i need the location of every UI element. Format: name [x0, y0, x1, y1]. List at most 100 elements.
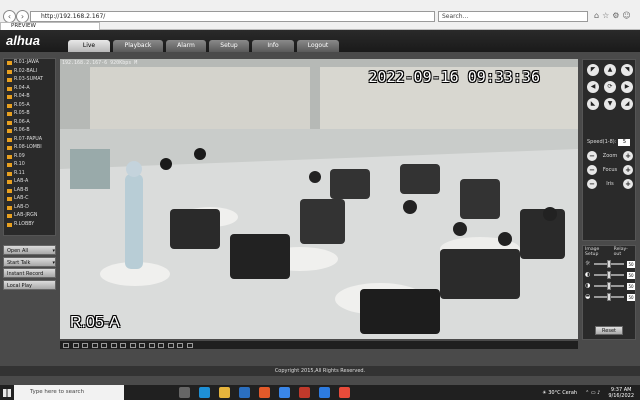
speed-select[interactable]: 5 — [618, 139, 631, 146]
audio-icon[interactable] — [148, 342, 155, 348]
slider-knob[interactable] — [607, 271, 611, 279]
hue-slider[interactable]: ◒ 50 — [585, 293, 635, 301]
contrast-slider[interactable]: ◐ 50 — [585, 271, 635, 279]
channel-item[interactable]: LAB-B — [4, 187, 55, 196]
menu-tab-playback[interactable]: Playback — [113, 40, 163, 52]
tab-image-setup[interactable]: Image Setup — [585, 247, 614, 257]
channel-item[interactable]: R.05-B — [4, 110, 55, 119]
ptz-right-button[interactable]: ▶ — [621, 81, 633, 93]
outlook-icon[interactable] — [319, 387, 330, 398]
start-talk-button[interactable]: Start Talk ▾ — [3, 256, 56, 267]
focus-minus-button[interactable]: − — [587, 165, 597, 175]
brightness-slider[interactable]: ☼ 50 — [585, 260, 635, 268]
channel-item[interactable]: R.06-B — [4, 127, 55, 136]
camera-icon — [7, 188, 12, 193]
weather-text[interactable]: 30°C Cerah — [548, 390, 577, 396]
channel-item[interactable]: R.02-BALI — [4, 68, 55, 77]
iris-plus-button[interactable]: + — [623, 179, 633, 189]
ptz-down-button[interactable]: ▼ — [604, 98, 616, 110]
channel-item[interactable]: R.05-A — [4, 102, 55, 111]
browser-search-input[interactable]: Search... — [438, 11, 588, 22]
firefox-icon[interactable] — [259, 387, 270, 398]
local-play-button[interactable]: Local Play — [3, 279, 56, 290]
close-video-icon[interactable] — [158, 342, 164, 348]
ptz-up-button[interactable]: ▲ — [604, 64, 616, 76]
ptz-down-left-button[interactable]: ◣ — [587, 98, 599, 110]
menu-tab-live[interactable]: Live — [68, 40, 110, 52]
channel-item[interactable]: R.01-JAWA — [4, 59, 55, 68]
channel-item[interactable]: R.LOBBY — [4, 221, 55, 230]
taskbar-search-input[interactable]: Type here to search — [14, 385, 124, 400]
edge-icon[interactable] — [199, 387, 210, 398]
layout-9-icon[interactable] — [91, 342, 98, 348]
channel-item[interactable]: LAB-D — [4, 204, 55, 213]
ptz-auto-button[interactable]: ⟳ — [604, 81, 616, 93]
channel-item[interactable]: LAB-JRGN — [4, 212, 55, 221]
channel-item[interactable]: LAB-C — [4, 195, 55, 204]
browser-toolbar-icons[interactable]: ⌂☆⚙☺ — [594, 11, 634, 20]
channel-item[interactable]: R.08-LOMBI — [4, 144, 55, 153]
slider-knob[interactable] — [607, 282, 611, 290]
zoom-icon[interactable] — [139, 342, 145, 348]
open-all-button[interactable]: Open All ▾ — [3, 245, 56, 255]
layout-4-icon[interactable] — [72, 342, 79, 348]
channel-item[interactable]: R.10 — [4, 161, 55, 170]
saturation-slider[interactable]: ◑ 50 — [585, 282, 635, 290]
file-explorer-icon[interactable] — [219, 387, 230, 398]
tab-relay-out[interactable]: Relay-out — [614, 247, 635, 257]
channel-item[interactable]: R.04-B — [4, 93, 55, 102]
zoom-out-button[interactable]: − — [587, 151, 597, 161]
slider-track[interactable] — [594, 282, 624, 290]
layout-16-icon[interactable] — [101, 342, 107, 348]
camera-icon — [7, 129, 12, 134]
layout-1-icon[interactable] — [63, 342, 69, 348]
reset-button[interactable]: Reset — [595, 326, 623, 335]
chevron-down-icon[interactable]: ▾ — [52, 258, 55, 266]
ie-icon[interactable] — [279, 387, 290, 398]
live-video-view[interactable]: 192.168.2.167-6 920Kbps M 2022-09-16 09:… — [60, 59, 578, 339]
channel-item[interactable]: R.06-A — [4, 119, 55, 128]
channel-item[interactable]: R.03-SUMAT — [4, 76, 55, 85]
store-icon[interactable] — [239, 387, 250, 398]
browser-tab[interactable]: PREVIEW — [0, 22, 100, 30]
slider-track[interactable] — [594, 260, 624, 268]
contrast-icon: ◐ — [585, 271, 591, 278]
ptz-left-button[interactable]: ◀ — [587, 81, 599, 93]
stream-info: 192.168.2.167-6 920Kbps M — [62, 60, 138, 66]
stream-select-icon[interactable] — [167, 342, 174, 348]
address-bar[interactable]: http://192.168.2.167/ — [30, 11, 435, 22]
task-view-icon[interactable] — [179, 387, 190, 398]
menu-tab-info[interactable]: Info — [252, 40, 294, 52]
menu-tab-logout[interactable]: Logout — [297, 40, 339, 52]
fullscreen-icon[interactable] — [110, 342, 117, 348]
channel-item[interactable]: R.09 — [4, 153, 55, 162]
tray-icons[interactable]: ⌃ ▭ ♪ — [585, 390, 600, 396]
snapshot-icon[interactable] — [120, 342, 126, 348]
zoom-in-button[interactable]: + — [623, 151, 633, 161]
slider-knob[interactable] — [607, 293, 611, 301]
channel-item[interactable]: LAB-A — [4, 178, 55, 187]
menu-tab-alarm[interactable]: Alarm — [166, 40, 206, 52]
record-icon[interactable] — [129, 342, 136, 348]
display-icon[interactable] — [186, 342, 193, 348]
adjust-icon[interactable] — [177, 342, 183, 348]
clock[interactable]: 9:37 AM 9/16/2022 — [608, 387, 634, 399]
instant-record-button[interactable]: Instant Record — [3, 268, 56, 278]
slider-track[interactable] — [594, 271, 624, 279]
focus-plus-button[interactable]: + — [623, 165, 633, 175]
slider-track[interactable] — [594, 293, 624, 301]
channel-item[interactable]: R.11 — [4, 170, 55, 179]
app-icon[interactable] — [299, 387, 310, 398]
channel-item[interactable]: R.07-PAPUA — [4, 136, 55, 145]
chrome-icon[interactable] — [339, 387, 350, 398]
slider-knob[interactable] — [607, 260, 611, 268]
ptz-up-left-button[interactable]: ◤ — [587, 64, 599, 76]
start-button[interactable] — [0, 385, 14, 400]
iris-minus-button[interactable]: − — [587, 179, 597, 189]
chevron-down-icon[interactable]: ▾ — [52, 246, 55, 254]
layout-8-icon[interactable] — [82, 342, 88, 348]
ptz-down-right-button[interactable]: ◢ — [621, 98, 633, 110]
menu-tab-setup[interactable]: Setup — [209, 40, 249, 52]
ptz-up-right-button[interactable]: ◥ — [621, 64, 633, 76]
channel-item[interactable]: R.04-A — [4, 85, 55, 94]
